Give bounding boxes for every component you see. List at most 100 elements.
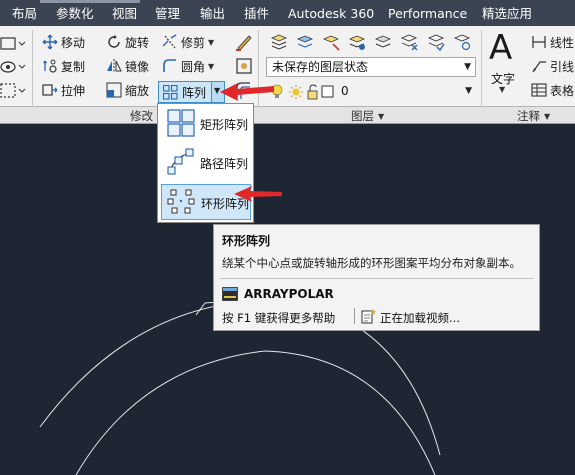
tooltip-video-link[interactable]: 正在加载视频... xyxy=(380,310,460,326)
table-icon xyxy=(531,83,547,97)
inner-arc xyxy=(75,350,436,475)
current-layer-select[interactable]: 0 ▼ xyxy=(336,82,476,102)
layer-match-icon[interactable] xyxy=(399,32,419,52)
layer-lock-icon[interactable] xyxy=(373,32,393,52)
layer-unisolate-icon[interactable] xyxy=(452,32,472,52)
tooltip-help-hint: 按 F1 键获得更多帮助 xyxy=(222,311,336,325)
chevron-down-icon[interactable]: ▼ xyxy=(208,62,214,71)
path-array-icon xyxy=(167,148,194,175)
mirror-label: 镜像 xyxy=(125,60,150,74)
copy-label: 复制 xyxy=(61,60,86,74)
text-large-icon[interactable]: A xyxy=(489,30,512,66)
unlock-icon xyxy=(307,84,318,100)
trim-icon xyxy=(162,34,177,49)
scale-button[interactable]: 缩放 xyxy=(106,81,149,101)
menu-layout[interactable]: 布局 xyxy=(12,4,37,24)
layer-properties-icon[interactable] xyxy=(269,32,289,52)
tooltip-divider-vertical xyxy=(354,308,355,324)
menu-plugins[interactable]: 插件 xyxy=(244,4,269,24)
linear-dimension-icon xyxy=(532,36,546,48)
array-button[interactable]: 阵列 xyxy=(158,81,212,103)
move-label: 移动 xyxy=(61,36,86,50)
chevron-down-icon[interactable]: ▼ xyxy=(208,38,214,47)
mirror-button[interactable]: 镜像 xyxy=(106,57,149,77)
linear-dimension-button[interactable]: 线性 xyxy=(531,33,574,53)
chevron-down-icon: ▼ xyxy=(465,86,472,96)
leader-button[interactable]: 引线 xyxy=(531,57,574,77)
leader-label: 引线 xyxy=(550,60,575,74)
chevron-down-icon: ▼ xyxy=(378,112,385,121)
copy-button[interactable]: 复制 xyxy=(42,57,85,77)
fillet-button[interactable]: 圆角 ▼ xyxy=(162,57,214,77)
rectangle-tool-icon[interactable] xyxy=(0,34,26,54)
current-layer-value: 0 xyxy=(341,84,349,98)
layer-isolate-icon[interactable] xyxy=(295,32,315,52)
chevron-down-icon[interactable]: ▼ xyxy=(499,85,505,94)
stretch-icon xyxy=(42,84,58,96)
menu-output[interactable]: 输出 xyxy=(200,4,225,24)
menu-autodesk-360[interactable]: Autodesk 360 xyxy=(288,4,374,24)
layer-freeze-icon[interactable] xyxy=(321,32,341,52)
move-icon xyxy=(42,34,58,50)
layer-off-icon[interactable] xyxy=(347,32,367,52)
rotate-button[interactable]: 旋转 xyxy=(106,33,149,53)
tooltip-divider xyxy=(220,278,534,279)
annotation-panel-title[interactable]: 注释 ▼ xyxy=(517,108,550,124)
table-button[interactable]: 表格 xyxy=(531,81,574,101)
leader-icon xyxy=(532,61,546,73)
scale-icon xyxy=(106,82,122,98)
scale-label: 缩放 xyxy=(125,84,150,98)
modify-panel-title[interactable]: 修改 xyxy=(130,108,153,124)
path-array-label: 路径阵列 xyxy=(200,157,249,171)
mirror-icon xyxy=(107,59,122,73)
chevron-down-icon: ▼ xyxy=(464,62,471,72)
layer-state-icons xyxy=(271,84,334,100)
rectangular-array-icon xyxy=(163,85,178,100)
chevron-down-icon: ▼ xyxy=(544,112,551,121)
table-label: 表格 xyxy=(550,84,575,98)
layer-walk-icon[interactable] xyxy=(426,32,446,52)
rectangular-array-item[interactable]: 矩形阵列 xyxy=(161,106,251,142)
color-swatch xyxy=(321,85,334,98)
copy-icon xyxy=(42,59,57,73)
array-label: 阵列 xyxy=(182,86,207,100)
rectangular-array-label: 矩形阵列 xyxy=(200,118,249,132)
polar-array-icon xyxy=(167,189,195,214)
tab-active-indicator xyxy=(40,0,140,3)
menu-bar: 布局 参数化 视图 管理 输出 插件 Autodesk 360 Performa… xyxy=(0,0,575,26)
erase-icon[interactable] xyxy=(234,32,254,52)
tooltip-description: 绕某个中心点或旋转轴形成的环形图案平均分布对象副本。 xyxy=(222,256,521,270)
explode-icon[interactable] xyxy=(234,56,254,76)
video-icon xyxy=(361,309,376,324)
rotate-label: 旋转 xyxy=(125,36,150,50)
rotate-icon xyxy=(108,35,120,48)
menu-manage[interactable]: 管理 xyxy=(155,4,180,24)
ribbon-panel-bar: 修改 图层 ▼ 注释 ▼ xyxy=(0,107,575,124)
path-array-item[interactable]: 路径阵列 xyxy=(161,145,251,181)
trim-button[interactable]: 修剪 ▼ xyxy=(162,33,214,53)
tooltip-command: ARRAYPOLAR xyxy=(244,287,334,301)
fillet-label: 圆角 xyxy=(181,60,206,74)
stretch-label: 拉伸 xyxy=(61,84,86,98)
hatch-tool-icon[interactable] xyxy=(0,57,26,77)
layer-state-select[interactable]: 未保存的图层状态 ▼ xyxy=(266,57,476,77)
tooltip-title: 环形阵列 xyxy=(222,234,271,248)
boundary-tool-icon[interactable] xyxy=(0,81,26,101)
fillet-icon xyxy=(163,59,176,72)
rectangular-array-icon xyxy=(167,109,195,137)
menu-featured-apps[interactable]: 精选应用 xyxy=(482,4,532,24)
annotation-arrow-icon xyxy=(220,83,274,101)
menu-view[interactable]: 视图 xyxy=(112,4,137,24)
menu-performance[interactable]: Performance xyxy=(388,4,467,24)
trim-label: 修剪 xyxy=(181,36,206,50)
tooltip: 环形阵列 绕某个中心点或旋转轴形成的环形图案平均分布对象副本。 ARRAYPOL… xyxy=(213,224,540,331)
annotation-arrow-icon xyxy=(234,186,282,202)
stretch-button[interactable]: 拉伸 xyxy=(42,81,85,101)
layer-state-value: 未保存的图层状态 xyxy=(272,60,369,74)
array-dropdown-menu: 矩形阵列 路径阵列 环形阵列 xyxy=(157,103,254,223)
linear-label: 线性 xyxy=(550,36,575,50)
move-button[interactable]: 移动 xyxy=(42,33,85,53)
sun-icon xyxy=(289,85,303,99)
menu-parametric[interactable]: 参数化 xyxy=(56,4,94,24)
layers-panel-title[interactable]: 图层 ▼ xyxy=(351,108,384,124)
